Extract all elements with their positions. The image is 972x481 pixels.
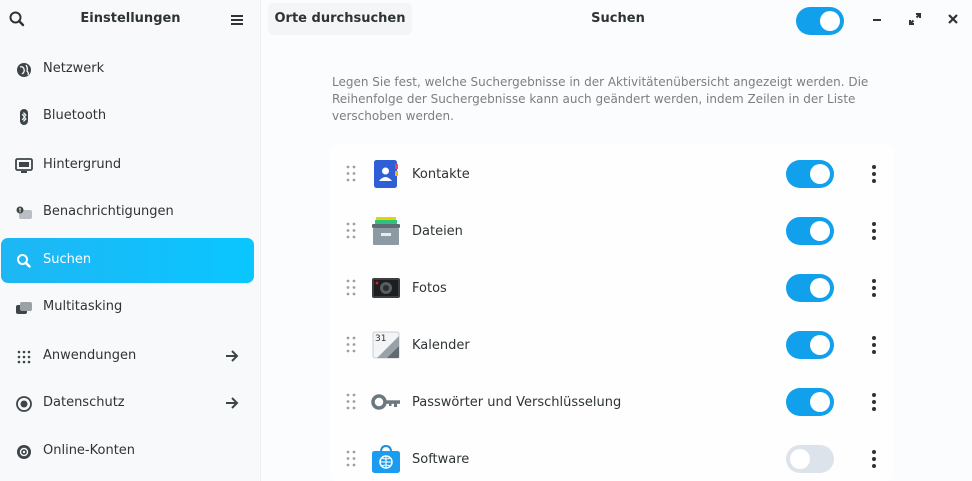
calendar-icon: 31 bbox=[371, 330, 401, 360]
software-icon bbox=[371, 444, 401, 474]
drag-handle-icon[interactable] bbox=[346, 450, 356, 467]
sidebar-item-netzwerk[interactable]: Netzwerk bbox=[1, 47, 254, 92]
network-icon bbox=[15, 61, 33, 79]
more-options-icon[interactable] bbox=[865, 278, 883, 298]
sidebar-item-label: Hintergrund bbox=[43, 157, 122, 172]
toggle-switch[interactable] bbox=[786, 388, 834, 416]
drag-handle-icon[interactable] bbox=[346, 165, 356, 182]
toggle-switch[interactable] bbox=[796, 7, 844, 35]
search-description: Legen Sie fest, welche Suchergebnisse in… bbox=[332, 75, 869, 123]
bluetooth-icon bbox=[15, 108, 33, 126]
sidebar-item-label: Online-Konten bbox=[43, 443, 136, 458]
online-accounts-icon bbox=[15, 443, 33, 461]
notification-icon bbox=[15, 204, 33, 222]
toggle-switch[interactable] bbox=[786, 217, 834, 245]
sidebar-item-label: Anwendungen bbox=[43, 348, 137, 363]
sidebar-item-label: Netzwerk bbox=[43, 61, 105, 76]
sidebar-item-label: Benachrichtigungen bbox=[43, 204, 174, 219]
sidebar-item-benachrichtigungen[interactable]: Benachrichtigungen bbox=[1, 190, 254, 235]
apps-grid-icon bbox=[15, 348, 33, 366]
provider-name: Software bbox=[412, 452, 470, 467]
switch-knob bbox=[810, 278, 830, 298]
switch-knob bbox=[820, 11, 840, 31]
more-options-icon[interactable] bbox=[865, 164, 883, 184]
toggle-switch[interactable] bbox=[786, 160, 834, 188]
toggle-switch[interactable] bbox=[786, 331, 834, 359]
sidebar-item-label: Suchen bbox=[43, 252, 92, 267]
minimize-icon[interactable] bbox=[868, 10, 886, 28]
drag-handle-icon[interactable] bbox=[346, 222, 356, 239]
sidebar-title: Einstellungen bbox=[80, 11, 181, 26]
display-icon bbox=[15, 157, 33, 175]
multitasking-icon bbox=[15, 299, 33, 317]
provider-name: Kalender bbox=[412, 338, 470, 353]
list-item[interactable]: 31 Kalender bbox=[329, 316, 893, 373]
close-icon[interactable] bbox=[944, 10, 962, 28]
drag-handle-icon[interactable] bbox=[346, 393, 356, 410]
switch-knob bbox=[810, 164, 830, 184]
sidebar: Einstellungen Netzwerk Bluetooth Hinterg… bbox=[0, 0, 261, 481]
provider-name: Fotos bbox=[412, 281, 447, 296]
drag-handle-icon[interactable] bbox=[346, 336, 356, 353]
contacts-icon bbox=[371, 159, 401, 189]
more-options-icon[interactable] bbox=[865, 449, 883, 469]
switch-knob bbox=[810, 221, 830, 241]
drag-handle-icon[interactable] bbox=[346, 279, 356, 296]
sidebar-item-multitasking[interactable]: Multitasking bbox=[1, 285, 254, 330]
toggle-switch[interactable] bbox=[786, 445, 834, 473]
search-master-switch[interactable] bbox=[796, 7, 844, 35]
more-options-icon[interactable] bbox=[865, 392, 883, 412]
search-icon bbox=[15, 252, 33, 270]
sidebar-item-label: Datenschutz bbox=[43, 395, 125, 410]
switch-knob bbox=[790, 449, 810, 469]
search-locations-button[interactable]: Orte durchsuchen bbox=[268, 3, 412, 35]
maximize-icon[interactable] bbox=[906, 10, 924, 28]
sidebar-item-datenschutz[interactable]: Datenschutz bbox=[1, 381, 254, 426]
sidebar-item-anwendungen[interactable]: Anwendungen bbox=[1, 334, 254, 379]
sidebar-item-hintergrund[interactable]: Hintergrund bbox=[1, 143, 254, 188]
more-options-icon[interactable] bbox=[865, 335, 883, 355]
toggle-switch[interactable] bbox=[786, 274, 834, 302]
more-options-icon[interactable] bbox=[865, 221, 883, 241]
switch-knob bbox=[810, 392, 830, 412]
list-item[interactable]: Fotos bbox=[329, 259, 893, 316]
photos-icon bbox=[371, 273, 401, 303]
sidebar-header: Einstellungen bbox=[0, 0, 261, 38]
files-icon bbox=[371, 216, 401, 246]
list-item[interactable]: Software bbox=[329, 430, 893, 481]
provider-name: Dateien bbox=[412, 224, 463, 239]
switch-knob bbox=[810, 335, 830, 355]
sidebar-item-label: Multitasking bbox=[43, 299, 123, 314]
page-title: Suchen bbox=[591, 11, 645, 26]
list-item[interactable]: Kontakte bbox=[329, 145, 893, 202]
sidebar-item-bluetooth[interactable]: Bluetooth bbox=[1, 94, 254, 139]
hamburger-menu-icon[interactable] bbox=[228, 11, 246, 29]
calendar-day-text: 31 bbox=[375, 334, 386, 344]
list-item[interactable]: Dateien bbox=[329, 202, 893, 259]
arrow-right-icon bbox=[223, 394, 241, 412]
provider-name: Passwörter und Verschlüsselung bbox=[412, 395, 622, 410]
key-icon bbox=[371, 387, 401, 417]
sidebar-item-label: Bluetooth bbox=[43, 108, 107, 123]
sidebar-item-suchen[interactable]: Suchen bbox=[1, 238, 254, 283]
privacy-icon bbox=[15, 395, 33, 413]
list-item[interactable]: Passwörter und Verschlüsselung bbox=[329, 373, 893, 430]
arrow-right-icon bbox=[223, 347, 241, 365]
sidebar-item-online-konten[interactable]: Online-Konten bbox=[1, 429, 254, 474]
provider-name: Kontakte bbox=[412, 167, 470, 182]
